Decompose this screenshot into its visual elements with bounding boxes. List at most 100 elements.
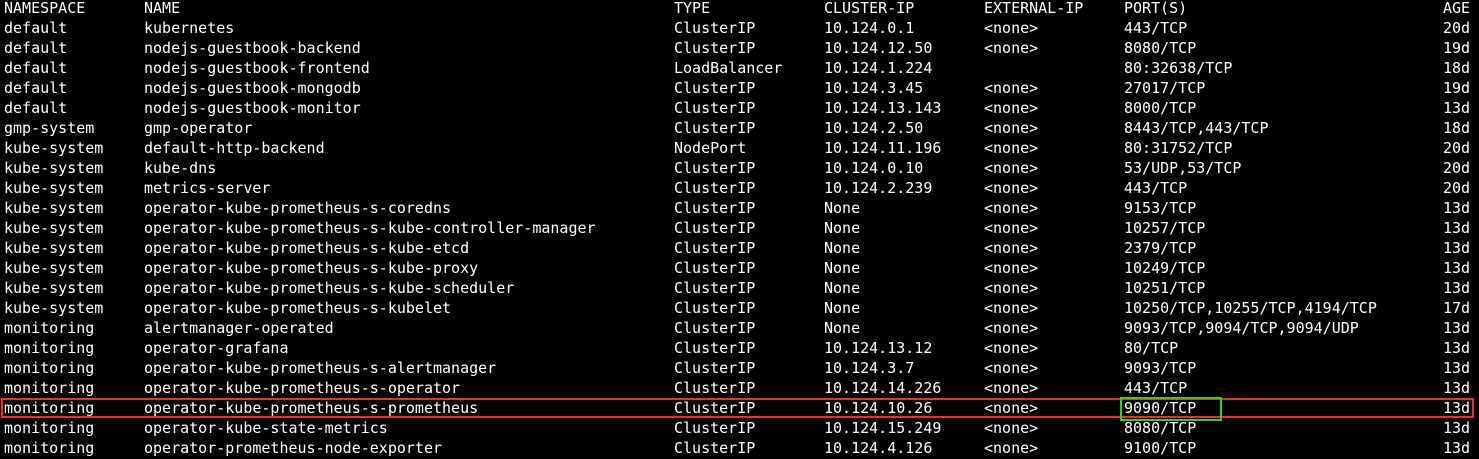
cell-external-ip: <none> [984, 299, 1039, 317]
table-row: kube-system operator-kube-prometheus-s-ku… [0, 258, 1479, 278]
cell-cluster-ip: None [824, 299, 861, 317]
cell-namespace: kube-system [4, 159, 104, 177]
header-cluster-ip: CLUSTER-IP [824, 0, 915, 17]
cell-cluster-ip: None [824, 319, 861, 337]
cell-type: ClusterIP [674, 199, 756, 217]
cell-external-ip: <none> [984, 399, 1039, 417]
cell-age: 13d [1443, 199, 1471, 217]
cell-cluster-ip: 10.124.12.50 [824, 39, 933, 57]
cell-name: operator-kube-prometheus-s-alertmanager [144, 359, 497, 377]
table-row: kube-system operator-kube-prometheus-s-co… [0, 198, 1479, 218]
cell-type: ClusterIP [674, 119, 756, 137]
cell-name: operator-kube-prometheus-s-kube-etcd [144, 239, 470, 257]
cell-cluster-ip: None [824, 239, 861, 257]
table-row: kube-system operator-kube-prometheus-s-ku… [0, 238, 1479, 258]
cell-namespace: kube-system [4, 299, 104, 317]
cell-cluster-ip: None [824, 279, 861, 297]
cell-type: ClusterIP [674, 359, 756, 377]
cell-type: ClusterIP [674, 159, 756, 177]
cell-namespace: kube-system [4, 279, 104, 297]
cell-external-ip: <none> [984, 319, 1039, 337]
cell-type: ClusterIP [674, 39, 756, 57]
table-row: monitoring operator-kube-prometheus-s-pro… [0, 398, 1479, 418]
cell-type: NodePort [674, 139, 747, 157]
table-row: gmp-system gmp-operator ClusterIP 10.124.2.… [0, 118, 1479, 138]
header-type: TYPE [674, 0, 711, 17]
cell-namespace: monitoring [4, 419, 95, 437]
cell-cluster-ip: None [824, 199, 861, 217]
cell-namespace: default [4, 59, 68, 77]
cell-external-ip: <none> [984, 119, 1039, 137]
cell-age: 13d [1443, 259, 1471, 277]
table-row: kube-system operator-kube-prometheus-s-ku… [0, 218, 1479, 238]
cell-age: 13d [1443, 239, 1471, 257]
cell-age: 13d [1443, 419, 1471, 437]
cell-namespace: monitoring [4, 359, 95, 377]
cell-ports: 27017/TCP [1124, 79, 1206, 97]
cell-namespace: monitoring [4, 319, 95, 337]
cell-type: ClusterIP [674, 239, 756, 257]
cell-type: ClusterIP [674, 99, 756, 117]
cell-name: operator-kube-prometheus-s-operator [144, 379, 461, 397]
table-row: monitoring alertmanager-operated ClusterIP… [0, 318, 1479, 338]
cell-namespace: monitoring [4, 379, 95, 397]
cell-name: kube-dns [144, 159, 217, 177]
table-row: kube-system operator-kube-prometheus-s-ku… [0, 278, 1479, 298]
table-header: NAMESPACE NAME TYPE CLUSTER-IP EXTERNAL-… [0, 0, 1479, 18]
table-row: default nodejs-guestbook-frontend LoadBala… [0, 58, 1479, 78]
cell-ports: 10249/TCP [1124, 259, 1206, 277]
cell-namespace: monitoring [4, 439, 95, 457]
cell-ports: 10250/TCP,10255/TCP,4194/TCP [1124, 299, 1377, 317]
cell-type: ClusterIP [674, 399, 756, 417]
table-row: default nodejs-guestbook-backend ClusterIP… [0, 38, 1479, 58]
cell-name: operator-kube-prometheus-s-kube-proxy [144, 259, 479, 277]
cell-ports: 10251/TCP [1124, 279, 1206, 297]
cell-ports: 53/UDP,53/TCP [1124, 159, 1242, 177]
cell-age: 13d [1443, 359, 1471, 377]
cell-age: 20d [1443, 159, 1471, 177]
cell-type: ClusterIP [674, 319, 756, 337]
cell-cluster-ip: 10.124.13.12 [824, 339, 933, 357]
cell-ports: 443/TCP [1124, 19, 1188, 37]
cell-name: nodejs-guestbook-monitor [144, 99, 361, 117]
cell-external-ip: <none> [984, 159, 1039, 177]
cell-type: ClusterIP [674, 219, 756, 237]
cell-cluster-ip: None [824, 259, 861, 277]
cell-name: operator-kube-prometheus-s-kube-schedule… [144, 279, 515, 297]
cell-cluster-ip: 10.124.10.26 [824, 399, 933, 417]
cell-namespace: kube-system [4, 239, 104, 257]
cell-age: 18d [1443, 119, 1471, 137]
table-row: kube-system metrics-server ClusterIP 10.124… [0, 178, 1479, 198]
cell-type: ClusterIP [674, 19, 756, 37]
cell-age: 19d [1443, 39, 1471, 57]
terminal-output: NAMESPACE NAME TYPE CLUSTER-IP EXTERNAL-… [0, 0, 1479, 459]
cell-type: ClusterIP [674, 79, 756, 97]
cell-age: 13d [1443, 219, 1471, 237]
cell-ports: 80/TCP [1124, 339, 1179, 357]
cell-name: alertmanager-operated [144, 319, 334, 337]
cell-namespace: default [4, 19, 68, 37]
cell-type: LoadBalancer [674, 59, 783, 77]
header-external-ip: EXTERNAL-IP [984, 0, 1084, 17]
cell-name: operator-kube-prometheus-s-coredns [144, 199, 452, 217]
header-name: NAME [144, 0, 181, 17]
cell-age: 13d [1443, 99, 1471, 117]
cell-cluster-ip: 10.124.2.50 [824, 119, 924, 137]
cell-ports: 9093/TCP,9094/TCP,9094/UDP [1124, 319, 1359, 337]
cell-age: 13d [1443, 319, 1471, 337]
table-row: monitoring operator-kube-state-metrics Clu… [0, 418, 1479, 438]
cell-external-ip: <none> [984, 359, 1039, 377]
cell-cluster-ip: 10.124.14.226 [824, 379, 942, 397]
cell-cluster-ip: None [824, 219, 861, 237]
cell-name: operator-kube-state-metrics [144, 419, 388, 437]
cell-age: 17d [1443, 299, 1471, 317]
cell-external-ip: <none> [984, 339, 1039, 357]
cell-external-ip: <none> [984, 379, 1039, 397]
cell-cluster-ip: 10.124.3.45 [824, 79, 924, 97]
cell-external-ip: <none> [984, 439, 1039, 457]
cell-name: operator-kube-prometheus-s-prometheus [144, 399, 479, 417]
cell-age: 13d [1443, 379, 1471, 397]
cell-name: default-http-backend [144, 139, 325, 157]
cell-ports: 8080/TCP [1124, 39, 1197, 57]
cell-ports: 9093/TCP [1124, 359, 1197, 377]
